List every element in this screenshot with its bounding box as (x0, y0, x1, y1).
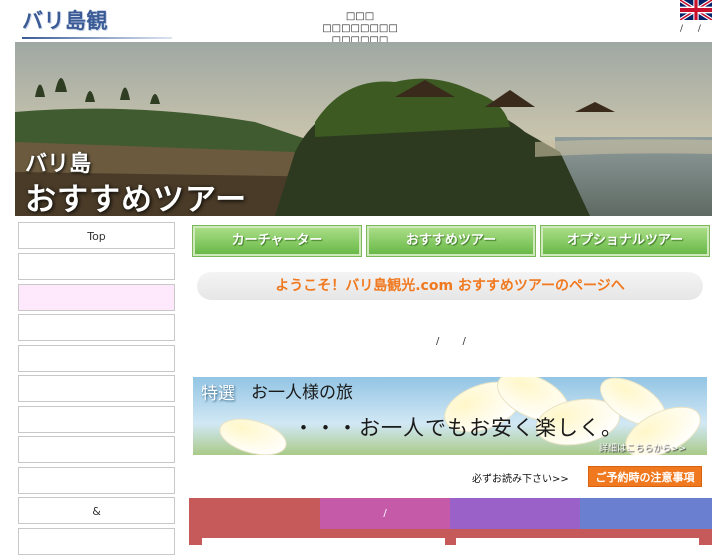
hero-title-line2: おすすめツアー (25, 182, 248, 216)
sidebar-item-5[interactable] (18, 345, 175, 372)
sidebar-item-10[interactable]: & (18, 497, 175, 524)
welcome-banner: ようこそ！バリ島観光.com おすすめツアーのページへ (197, 272, 703, 300)
sidebar-item-top[interactable]: Top (18, 222, 175, 249)
site-logo[interactable]: バリ島観光.com (22, 4, 182, 67)
solo-tour-banner[interactable]: 特選 お一人様の旅 ・・・お一人でもお安く楽しく。 詳細はこちらから>> (193, 377, 707, 455)
hero-banner: バリ島 おすすめツアー (15, 42, 712, 216)
tour-card-right (456, 538, 699, 548)
content-separators: / / (436, 336, 476, 347)
tour-tab-3[interactable] (450, 498, 580, 529)
header-note-line1: □□□ □□□□□□□□ (322, 11, 398, 34)
tour-tab-4[interactable] (580, 498, 712, 529)
nav-optional-tours-button[interactable]: オプショナルツアー (540, 225, 710, 257)
sidebar-item-7[interactable] (18, 406, 175, 433)
sidebar-item-8[interactable] (18, 436, 175, 463)
nav-recommended-tours-button[interactable]: おすすめツアー (366, 225, 536, 257)
banner-title: お一人様の旅 (251, 383, 353, 403)
tour-tab-1[interactable] (189, 498, 320, 529)
sidebar-item-2[interactable] (18, 253, 175, 280)
tour-card-left (202, 538, 445, 548)
sidebar-item-4[interactable] (18, 314, 175, 341)
language-separators: / / (680, 24, 707, 34)
banner-details-link[interactable]: 詳細はこちらから>> (599, 441, 686, 454)
sidebar-item-3-active[interactable] (18, 284, 175, 311)
sidebar-item-6[interactable] (18, 375, 175, 402)
nav-car-charter-button[interactable]: カーチャーター (192, 225, 362, 257)
banner-special-label: 特選 (201, 384, 235, 404)
tour-tab-2[interactable]: / (320, 498, 450, 529)
sidebar-item-11[interactable] (18, 528, 175, 555)
reservation-caution-button[interactable]: ご予約時の注意事項 (588, 466, 702, 487)
logo-underline (22, 37, 172, 39)
uk-flag-icon[interactable] (680, 0, 712, 20)
banner-tagline: ・・・お一人でもお安く楽しく。 (293, 416, 623, 440)
sidebar-item-9[interactable] (18, 467, 175, 494)
read-note-text: 必ずお読み下さい>> (472, 474, 569, 485)
